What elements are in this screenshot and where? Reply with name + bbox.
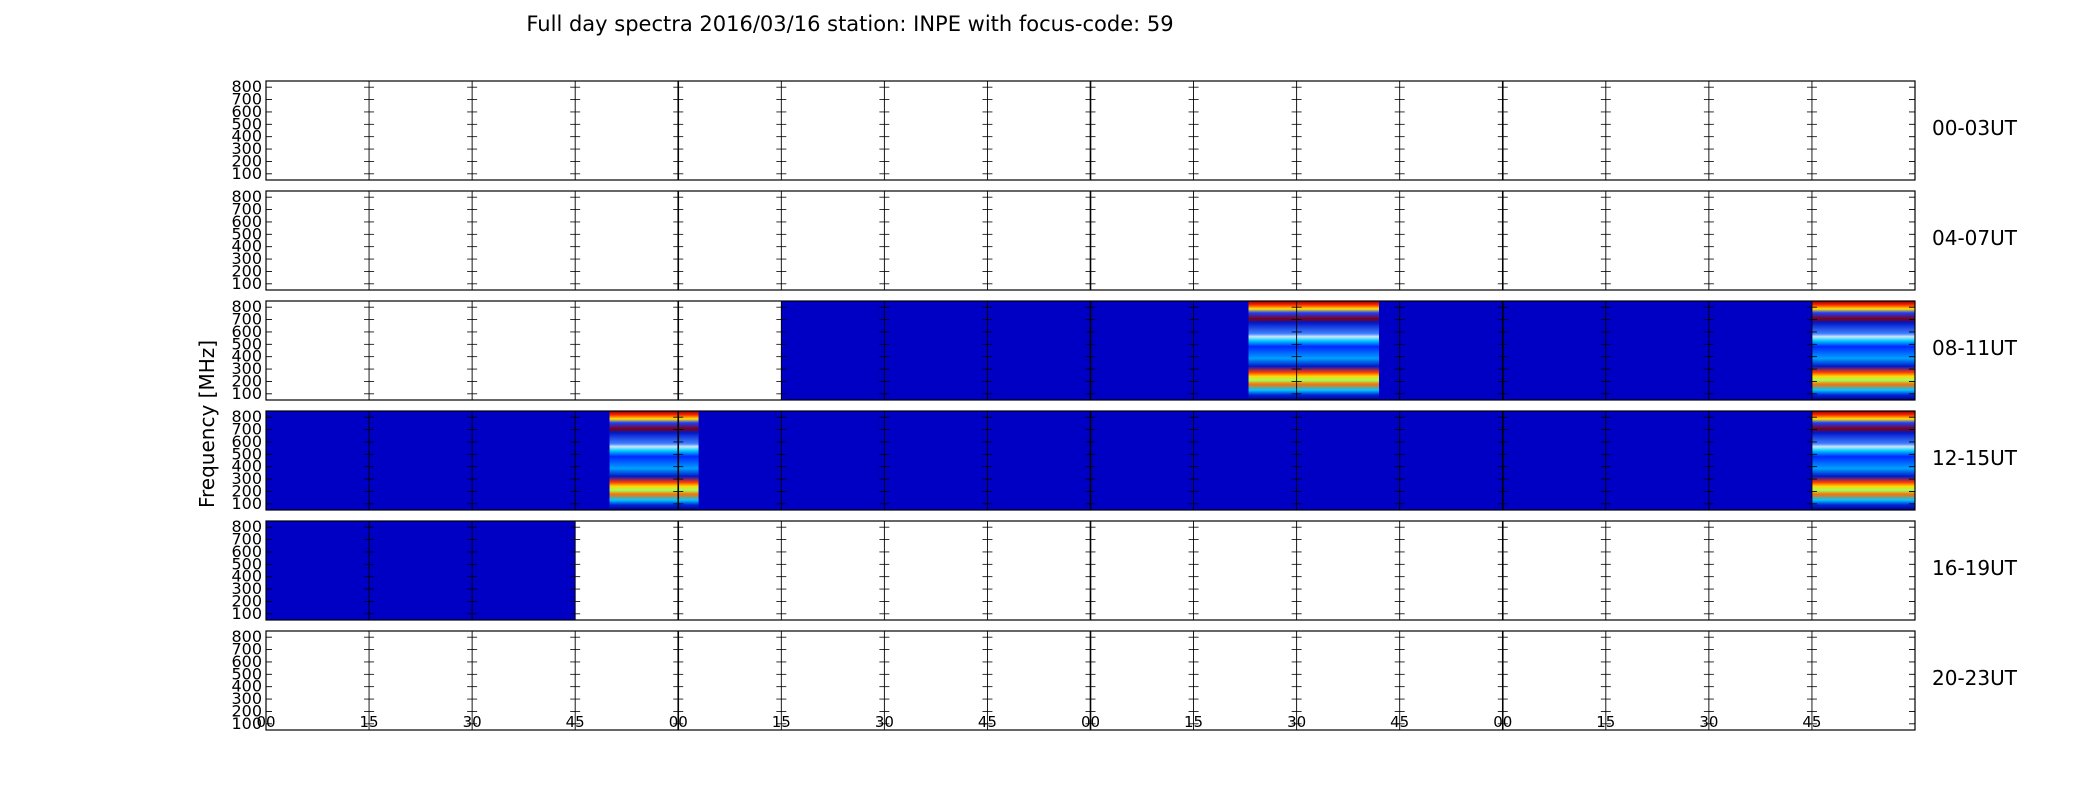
x-tick-label: 00	[669, 713, 688, 731]
row-label: 12-15UT	[1932, 446, 2018, 470]
spectra-chart: Full day spectra 2016/03/16 station: INP…	[195, 12, 2018, 733]
x-tick-label: 15	[772, 713, 791, 731]
panel-04-07UT: 80070060050040030020010004-07UT	[231, 187, 2017, 293]
quiet-texture	[781, 301, 1249, 400]
panel-00-03UT: 80070060050040030020010000-03UT	[231, 77, 2017, 183]
x-tick-label: 45	[1390, 713, 1409, 731]
y-tick-label: 100	[231, 494, 262, 513]
row-label: 16-19UT	[1932, 556, 2018, 580]
row-label: 08-11UT	[1932, 336, 2018, 360]
panel-20-23UT: 80070060050040030020010020-23UT	[231, 627, 2017, 733]
x-tick-label: 15	[1596, 713, 1615, 731]
row-label: 04-07UT	[1932, 226, 2018, 250]
x-tick-label: 30	[1699, 713, 1718, 731]
x-tick-label: 45	[566, 713, 585, 731]
y-axis-label: Frequency [MHz]	[195, 340, 219, 508]
panel-08-11UT: 80070060050040030020010008-11UT	[231, 297, 2017, 403]
x-tick-label: 15	[1184, 713, 1203, 731]
x-tick-label: 30	[1287, 713, 1306, 731]
x-tick-label: 15	[360, 713, 379, 731]
quiet-texture	[1379, 301, 1812, 400]
panel-12-15UT: 80070060050040030020010012-15UT	[231, 407, 2017, 513]
y-tick-label: 100	[231, 164, 262, 183]
quiet-texture	[698, 411, 1812, 510]
row-label: 20-23UT	[1932, 666, 2018, 690]
x-tick-label: 45	[1802, 713, 1821, 731]
panels: 80070060050040030020010000-03UT800700600…	[231, 77, 2017, 733]
y-tick-label: 100	[231, 384, 262, 403]
x-tick-label: 45	[978, 713, 997, 731]
x-tick-label: 30	[463, 713, 482, 731]
burst-segment	[1811, 301, 1915, 400]
quiet-texture	[266, 521, 576, 620]
burst-segment	[1248, 301, 1380, 400]
y-tick-label: 100	[231, 604, 262, 623]
x-tick-label: 00	[256, 713, 275, 731]
y-tick-label: 100	[231, 274, 262, 293]
x-tick-label: 00	[1493, 713, 1512, 731]
burst-segment	[609, 411, 699, 510]
burst-segment	[1811, 411, 1915, 510]
quiet-texture	[266, 411, 610, 510]
x-tick-label: 30	[875, 713, 894, 731]
x-tick-label: 00	[1081, 713, 1100, 731]
row-label: 00-03UT	[1932, 116, 2018, 140]
chart-title: Full day spectra 2016/03/16 station: INP…	[526, 12, 1173, 36]
panel-16-19UT: 80070060050040030020010016-19UT	[231, 517, 2017, 623]
